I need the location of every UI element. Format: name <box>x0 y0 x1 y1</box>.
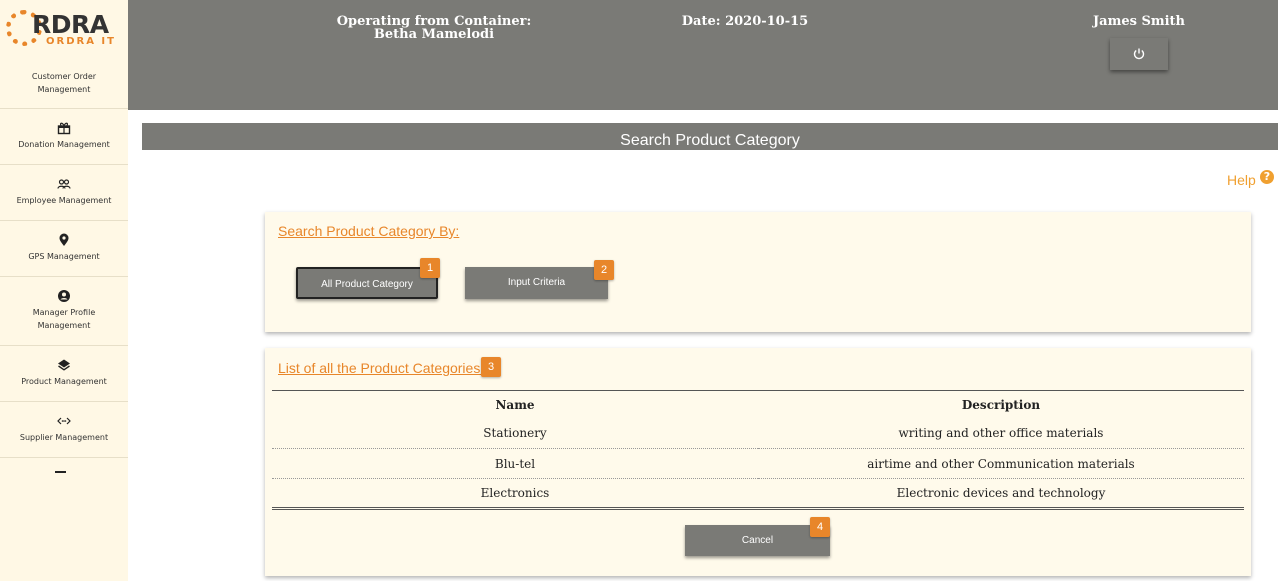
cell-description: writing and other office materials <box>898 426 1104 441</box>
page-title-text: Search Product Category <box>620 132 800 149</box>
cancel-button[interactable]: Cancel <box>685 525 830 556</box>
help-link[interactable]: Help <box>1227 172 1256 188</box>
sidebar-item-label: Supplier Management <box>19 433 109 442</box>
logo-subtitle: ORDRA IT <box>46 36 116 47</box>
step-badge: 4 <box>810 517 830 537</box>
cell-name: Electronics <box>272 478 758 510</box>
step-badge: 1 <box>420 258 440 278</box>
cell-description: airtime and other Communication material… <box>758 448 1244 479</box>
sidebar-item-customer-order[interactable]: Customer Order Management <box>0 70 128 109</box>
swap-arrows-icon <box>57 417 71 425</box>
sidebar-item-gps[interactable]: GPS Management <box>0 221 128 277</box>
sidebar-item-product[interactable]: Product Management <box>0 346 128 402</box>
sidebar-item-label: Donation Management <box>18 140 110 149</box>
sidebar-item-employee[interactable]: Employee Management <box>0 165 128 221</box>
account-circle-icon <box>58 290 70 302</box>
list-panel: List of all the Product Categories: 3 Na… <box>265 348 1251 576</box>
sidebar-item-label: GPS Management <box>28 252 100 261</box>
question-circle-icon[interactable]: ? <box>1260 170 1274 184</box>
input-criteria-button[interactable]: Input Criteria <box>465 267 608 299</box>
cell-name: Stationery <box>483 426 547 441</box>
table-header-row: Name Description <box>272 391 1244 419</box>
table-row[interactable]: Electronics Electronic devices and techn… <box>272 478 1244 510</box>
search-panel-heading[interactable]: Search Product Category By: <box>278 223 459 239</box>
minus-icon[interactable] <box>55 471 66 473</box>
location-pin-icon <box>59 233 69 246</box>
gift-icon <box>57 122 71 135</box>
sidebar-item-label: Customer Order Management <box>31 72 97 94</box>
cell-name: Blu-tel <box>272 448 758 479</box>
sidebar-item-label: Product Management <box>21 377 107 386</box>
cell-description: Electronic devices and technology <box>758 478 1244 510</box>
power-icon <box>1133 48 1145 60</box>
people-icon <box>57 179 71 189</box>
logo-brand: RDRA <box>32 10 109 39</box>
column-header-name: Name <box>495 397 535 412</box>
sidebar-item-label: Manager Profile Management <box>32 308 96 330</box>
logout-button[interactable] <box>1110 38 1168 70</box>
sidebar-item-supplier[interactable]: Supplier Management <box>0 402 128 458</box>
page-title: Search Product Category <box>142 123 1278 150</box>
product-category-table: Name Description Stationery writing and … <box>272 390 1244 510</box>
current-date: Date: 2020-10-15 <box>681 14 809 29</box>
sidebar-item-label: Employee Management <box>16 196 112 205</box>
search-panel: Search Product Category By: All Product … <box>265 212 1251 332</box>
sidebar-item-donation[interactable]: Donation Management <box>0 109 128 165</box>
table-row[interactable]: Stationery writing and other office mate… <box>272 419 1244 449</box>
step-badge: 2 <box>594 260 614 280</box>
all-product-category-button[interactable]: All Product Category <box>296 267 438 299</box>
logo[interactable]: RDRA ORDRA IT <box>6 8 118 50</box>
top-bar: Operating from Container: Betha Mamelodi… <box>128 0 1278 110</box>
container-info: Operating from Container: Betha Mamelodi <box>238 15 630 41</box>
sidebar: RDRA ORDRA IT Customer Order Management … <box>0 0 128 581</box>
layers-icon <box>58 359 70 371</box>
table-row[interactable]: Blu-tel airtime and other Communication … <box>272 448 1244 479</box>
column-header-description: Description <box>961 397 1041 412</box>
step-badge: 3 <box>481 357 501 377</box>
sidebar-item-manager-profile[interactable]: Manager Profile Management <box>0 277 128 346</box>
list-panel-heading[interactable]: List of all the Product Categories: <box>278 360 484 376</box>
user-name: James Smith <box>1093 14 1185 29</box>
container-name: Betha Mamelodi <box>373 27 495 42</box>
